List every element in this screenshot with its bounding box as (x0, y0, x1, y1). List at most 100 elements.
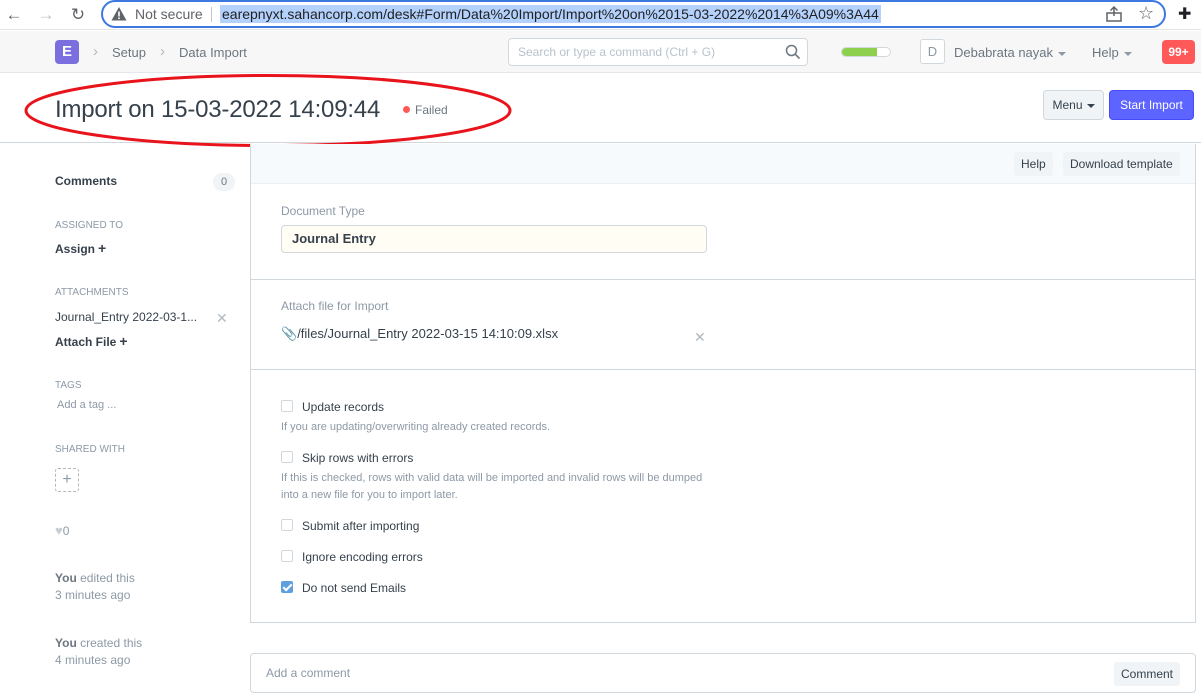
form-layout: Help Download template Document Type Jou… (250, 144, 1196, 623)
plus-icon: + (119, 333, 128, 349)
assign-button[interactable]: Assign + (55, 240, 106, 256)
attach-file-label: Attach File (55, 335, 117, 349)
form-sidebar: Comments 0 ASSIGNED TO Assign + ATTACHMEN… (0, 144, 250, 685)
address-bar[interactable]: Not secure earepnyxt.sahancorp.com/desk#… (101, 0, 1166, 28)
skip-rows-checkbox[interactable]: Skip rows with errors (281, 451, 413, 465)
activity-time: 3 minutes ago (55, 588, 131, 602)
comment-box[interactable]: Add a comment Comment (250, 653, 1196, 693)
user-menu[interactable]: Debabrata nayak (954, 45, 1067, 60)
notification-badge[interactable]: 99+ (1162, 40, 1195, 64)
extensions-puzzle-icon[interactable]: ✚ (1178, 4, 1191, 24)
clear-attachment-icon[interactable]: ✕ (694, 329, 706, 346)
likes-count: 0 (62, 524, 70, 538)
help-menu[interactable]: Help (1092, 45, 1132, 60)
checkbox-box[interactable] (281, 400, 293, 412)
start-import-button[interactable]: Start Import (1109, 90, 1194, 120)
comment-placeholder[interactable]: Add a comment (266, 666, 350, 680)
activity-action: edited this (80, 571, 135, 585)
update-records-checkbox[interactable]: Update records (281, 400, 384, 414)
form-toolbar: Help Download template (251, 144, 1195, 184)
plus-icon: + (98, 240, 107, 256)
comments-count: 0 (213, 173, 235, 191)
warning-icon (111, 7, 127, 21)
checkbox-box[interactable] (281, 451, 293, 463)
page-title: Import on 15-03-2022 14:09:44 (55, 96, 381, 123)
comment-button[interactable]: Comment (1114, 662, 1181, 686)
attachment-link[interactable]: Journal_Entry 2022-03-1... (55, 310, 197, 324)
bookmark-star-icon[interactable]: ☆ (1138, 3, 1154, 24)
forward-arrow-icon[interactable]: → (36, 5, 56, 25)
attach-section (251, 280, 1195, 370)
status-dot-icon (403, 106, 410, 113)
page-header: Import on 15-03-2022 14:09:44 Failed Men… (0, 73, 1201, 143)
url-divider (211, 7, 212, 22)
update-records-description: If you are updating/overwriting already … (281, 421, 551, 433)
attachments-heading: ATTACHMENTS (55, 287, 129, 298)
setup-progress-bar[interactable] (841, 47, 891, 57)
activity-action: created this (80, 636, 143, 650)
help-button[interactable]: Help (1014, 152, 1053, 176)
search-icon[interactable] (785, 44, 801, 60)
caret-down-icon (1123, 51, 1132, 56)
do-not-send-emails-label: Do not send Emails (302, 581, 407, 595)
url-text[interactable]: earepnyxt.sahancorp.com/desk#Form/Data%2… (220, 5, 881, 23)
add-tag-input[interactable]: Add a tag ... (57, 399, 116, 411)
activity-item: You edited this 3 minutes ago (55, 570, 135, 604)
document-type-field[interactable]: Journal Entry (281, 225, 707, 253)
browser-toolbar: ← → ↻ Not secure earepnyxt.sahancorp.com… (0, 0, 1201, 30)
update-records-label: Update records (302, 400, 385, 414)
activity-time: 4 minutes ago (55, 653, 131, 667)
skip-rows-label: Skip rows with errors (302, 451, 414, 465)
avatar[interactable]: D (920, 39, 945, 64)
shared-with-heading: SHARED WITH (55, 444, 125, 455)
document-type-label: Document Type (281, 204, 365, 218)
activity-user[interactable]: You (55, 571, 77, 585)
checkbox-box[interactable] (281, 550, 293, 562)
ignore-encoding-label: Ignore encoding errors (302, 550, 423, 564)
download-template-button[interactable]: Download template (1063, 152, 1180, 176)
submit-after-label: Submit after importing (302, 519, 420, 533)
comments-link[interactable]: Comments (55, 174, 117, 188)
do-not-send-emails-checkbox[interactable]: Do not send Emails (281, 581, 406, 595)
assign-label: Assign (55, 242, 96, 256)
menu-button[interactable]: Menu (1043, 90, 1104, 120)
remove-attachment-icon[interactable]: ✕ (216, 310, 228, 327)
heart-icon: ♥ (55, 523, 63, 538)
share-icon[interactable] (1105, 5, 1123, 23)
search-input[interactable] (518, 45, 778, 59)
reload-icon[interactable]: ↻ (68, 5, 88, 25)
ignore-encoding-checkbox[interactable]: Ignore encoding errors (281, 550, 423, 564)
security-label[interactable]: Not secure (135, 6, 203, 22)
back-arrow-icon[interactable]: ← (4, 5, 24, 25)
progress-fill (842, 48, 877, 56)
app-logo[interactable]: E (55, 40, 79, 64)
assigned-to-heading: ASSIGNED TO (55, 220, 123, 231)
like-button[interactable]: ♥0 (55, 523, 69, 538)
activity-item: You created this 4 minutes ago (55, 635, 142, 669)
chevron-right-icon: › (160, 43, 165, 60)
skip-rows-description: If this is checked, rows with valid data… (281, 472, 703, 501)
caret-down-icon (1086, 103, 1095, 108)
attach-file-button[interactable]: Attach File + (55, 333, 128, 349)
attach-file-label: Attach file for Import (281, 299, 389, 313)
submit-after-importing-checkbox[interactable]: Submit after importing (281, 519, 419, 533)
app-navbar: E › Setup › Data Import D Debabrata naya… (0, 31, 1201, 73)
attached-file-link[interactable]: 📎/files/Journal_Entry 2022-03-15 14:10:0… (281, 326, 558, 342)
add-share-button[interactable]: + (55, 468, 79, 492)
breadcrumb-data-import[interactable]: Data Import (179, 45, 247, 60)
breadcrumb-setup[interactable]: Setup (112, 45, 146, 60)
global-search[interactable] (508, 38, 808, 66)
checkbox-box[interactable] (281, 519, 293, 531)
caret-down-icon (1058, 51, 1067, 56)
help-label: Help (1092, 45, 1119, 60)
menu-label: Menu (1052, 98, 1083, 112)
tags-heading: TAGS (55, 380, 82, 391)
checkbox-box[interactable] (281, 581, 293, 593)
status-label: Failed (415, 103, 448, 117)
activity-user[interactable]: You (55, 636, 77, 650)
status-badge: Failed (403, 103, 448, 117)
user-name: Debabrata nayak (954, 45, 1054, 60)
paperclip-icon: 📎 (281, 326, 298, 341)
chevron-right-icon: › (93, 43, 98, 60)
attached-file-name: /files/Journal_Entry 2022-03-15 14:10:09… (297, 326, 559, 341)
